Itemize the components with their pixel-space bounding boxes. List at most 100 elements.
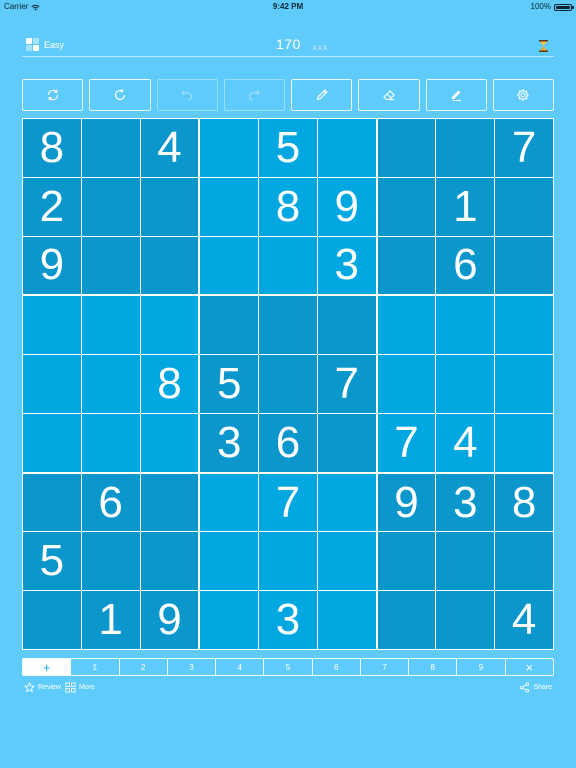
sudoku-cell[interactable] <box>81 532 140 591</box>
sudoku-cell[interactable]: 9 <box>377 473 436 532</box>
number-button[interactable]: 8 <box>409 659 458 675</box>
sudoku-cell[interactable]: 3 <box>436 473 495 532</box>
more-button[interactable]: More <box>65 682 95 693</box>
sudoku-cell[interactable] <box>259 532 317 591</box>
sudoku-cell[interactable] <box>23 591 81 649</box>
number-button[interactable]: 7 <box>361 659 410 675</box>
sudoku-cell[interactable] <box>200 236 259 295</box>
sudoku-cell[interactable] <box>317 591 376 649</box>
sudoku-cell[interactable] <box>495 355 553 413</box>
sudoku-cell[interactable] <box>140 473 199 532</box>
sudoku-cell[interactable] <box>495 296 553 355</box>
sudoku-cell[interactable]: 3 <box>259 591 317 649</box>
sudoku-cell[interactable] <box>436 296 495 355</box>
sudoku-cell[interactable]: 5 <box>200 355 259 413</box>
timer[interactable] <box>539 39 548 57</box>
sudoku-cell[interactable] <box>200 177 259 236</box>
sudoku-cell[interactable] <box>377 296 436 355</box>
sudoku-cell[interactable]: 5 <box>259 119 317 177</box>
sudoku-cell[interactable]: 6 <box>436 236 495 295</box>
sudoku-cell[interactable]: 8 <box>23 119 81 177</box>
sudoku-cell[interactable] <box>495 236 553 295</box>
redo-button[interactable] <box>223 79 285 111</box>
number-button[interactable]: 2 <box>120 659 168 675</box>
sudoku-cell[interactable] <box>140 236 199 295</box>
review-button[interactable]: Review <box>24 682 61 693</box>
sudoku-cell[interactable] <box>81 413 140 472</box>
pencil-button[interactable] <box>291 79 353 111</box>
sudoku-cell[interactable]: 4 <box>436 413 495 472</box>
sudoku-cell[interactable] <box>436 532 495 591</box>
sudoku-cell[interactable] <box>81 177 140 236</box>
sudoku-cell[interactable] <box>377 119 436 177</box>
sudoku-cell[interactable] <box>81 355 140 413</box>
sudoku-cell[interactable] <box>23 296 81 355</box>
number-button[interactable]: 9 <box>457 659 506 675</box>
sudoku-cell[interactable]: 4 <box>140 119 199 177</box>
sudoku-cell[interactable]: 7 <box>377 413 436 472</box>
sudoku-cell[interactable]: 8 <box>495 473 553 532</box>
share-button[interactable]: Share <box>519 682 552 693</box>
sudoku-cell[interactable] <box>81 119 140 177</box>
sudoku-cell[interactable] <box>495 532 553 591</box>
sudoku-cell[interactable] <box>23 413 81 472</box>
settings-button[interactable] <box>492 79 554 111</box>
sudoku-cell[interactable] <box>377 532 436 591</box>
sudoku-cell[interactable] <box>377 177 436 236</box>
sudoku-cell[interactable]: 8 <box>140 355 199 413</box>
sudoku-cell[interactable] <box>81 236 140 295</box>
sudoku-cell[interactable] <box>317 532 376 591</box>
sudoku-cell[interactable]: 9 <box>317 177 376 236</box>
sudoku-cell[interactable]: 9 <box>23 236 81 295</box>
sudoku-cell[interactable] <box>200 532 259 591</box>
sudoku-cell[interactable] <box>140 532 199 591</box>
auto-notes-button[interactable] <box>425 79 487 111</box>
sudoku-cell[interactable] <box>23 355 81 413</box>
sudoku-cell[interactable]: 8 <box>259 177 317 236</box>
sudoku-cell[interactable] <box>495 177 553 236</box>
sudoku-cell[interactable] <box>200 119 259 177</box>
number-button[interactable]: 5 <box>264 659 313 675</box>
sudoku-cell[interactable] <box>259 236 317 295</box>
sudoku-cell[interactable]: 3 <box>317 236 376 295</box>
add-mode-button[interactable]: + <box>23 659 72 675</box>
sudoku-cell[interactable]: 1 <box>81 591 140 649</box>
sudoku-cell[interactable]: 6 <box>81 473 140 532</box>
sudoku-cell[interactable]: 3 <box>200 413 259 472</box>
sudoku-cell[interactable]: 4 <box>495 591 553 649</box>
number-button[interactable]: 1 <box>71 659 120 675</box>
sudoku-cell[interactable]: 7 <box>317 355 376 413</box>
sudoku-cell[interactable] <box>23 473 81 532</box>
number-button[interactable]: 6 <box>313 659 361 675</box>
restart-button[interactable] <box>89 79 151 111</box>
eraser-button[interactable] <box>358 79 420 111</box>
sudoku-cell[interactable] <box>259 355 317 413</box>
sudoku-cell[interactable] <box>495 413 553 472</box>
sudoku-cell[interactable] <box>317 473 376 532</box>
sudoku-cell[interactable]: 6 <box>259 413 317 472</box>
sudoku-cell[interactable] <box>140 413 199 472</box>
sudoku-cell[interactable] <box>377 591 436 649</box>
sudoku-cell[interactable] <box>259 296 317 355</box>
sudoku-cell[interactable]: 2 <box>23 177 81 236</box>
sudoku-cell[interactable]: 5 <box>23 532 81 591</box>
sudoku-cell[interactable] <box>200 296 259 355</box>
sudoku-cell[interactable]: 7 <box>495 119 553 177</box>
difficulty-indicator[interactable]: Easy <box>26 38 64 51</box>
new-game-button[interactable] <box>22 79 84 111</box>
sudoku-cell[interactable]: 9 <box>140 591 199 649</box>
sudoku-cell[interactable] <box>377 355 436 413</box>
sudoku-cell[interactable] <box>140 177 199 236</box>
clear-button[interactable]: × <box>506 659 553 675</box>
sudoku-cell[interactable] <box>140 296 199 355</box>
sudoku-cell[interactable] <box>200 591 259 649</box>
sudoku-cell[interactable] <box>317 413 376 472</box>
sudoku-cell[interactable] <box>436 355 495 413</box>
sudoku-cell[interactable]: 1 <box>436 177 495 236</box>
undo-button[interactable] <box>156 79 218 111</box>
sudoku-cell[interactable] <box>317 119 376 177</box>
sudoku-cell[interactable] <box>377 236 436 295</box>
sudoku-cell[interactable] <box>81 296 140 355</box>
sudoku-cell[interactable]: 7 <box>259 473 317 532</box>
number-button[interactable]: 4 <box>216 659 265 675</box>
